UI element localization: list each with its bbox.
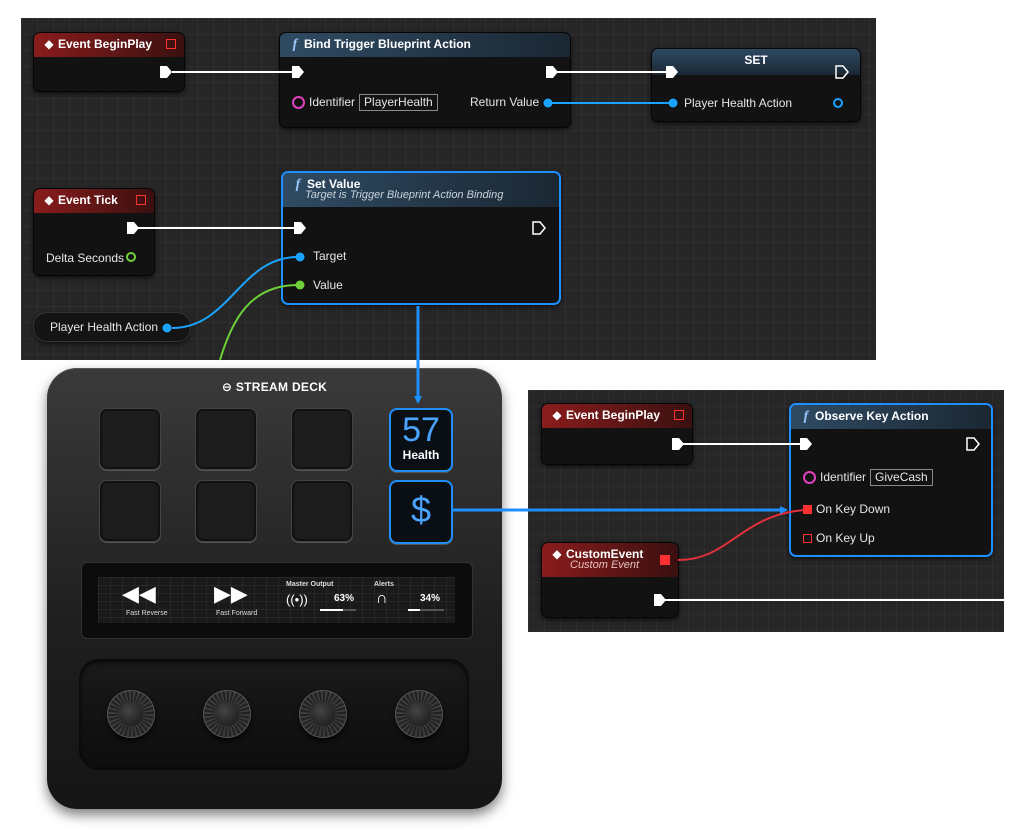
- delegate-pin-icon[interactable]: [136, 195, 146, 205]
- health-value: 57: [402, 411, 440, 449]
- broadcast-icon: ((•)): [286, 592, 308, 607]
- function-icon: f: [803, 409, 809, 424]
- node-header: f Bind Trigger Blueprint Action: [280, 33, 570, 57]
- node-title: Event BeginPlay: [566, 408, 661, 422]
- node-title: Event BeginPlay: [58, 37, 153, 51]
- logo-icon: ⊖: [221, 380, 236, 394]
- event-icon: ◆: [44, 37, 54, 51]
- node-header: SET: [652, 49, 860, 75]
- bind-trigger-node[interactable]: f Bind Trigger Blueprint Action Identifie…: [279, 32, 571, 128]
- delegate-pin-icon[interactable]: [166, 39, 176, 49]
- alerts-percent: 34%: [420, 593, 441, 604]
- player-health-action-variable[interactable]: Player Health Action: [33, 312, 191, 342]
- node-title: Observe Key Action: [815, 409, 929, 423]
- player-health-action-pin-label: Player Health Action: [684, 96, 793, 110]
- identifier-pin[interactable]: Identifier GiveCash: [803, 469, 933, 486]
- event-beginplay-node[interactable]: ◆ Event BeginPlay: [33, 32, 185, 92]
- headphones-icon: ∩: [376, 590, 388, 607]
- alerts-label: Alerts: [374, 581, 394, 588]
- fast-forward-label: Fast Forward: [216, 610, 258, 617]
- identifier-input[interactable]: PlayerHealth: [359, 94, 438, 111]
- node-header: f Set Value Target is Trigger Blueprint A…: [283, 173, 559, 207]
- fast-reverse-label: Fast Reverse: [126, 610, 168, 617]
- observe-key-node[interactable]: f Observe Key Action Identifier GiveCash O…: [789, 403, 993, 557]
- name-pin-icon: [803, 471, 816, 485]
- touch-strip-display: ◀◀ Fast Reverse ▶▶ Fast Forward Master O…: [98, 577, 455, 623]
- dial-4[interactable]: [395, 690, 443, 738]
- custom-event-node[interactable]: ◆ CustomEvent Custom Event: [541, 542, 679, 618]
- node-subtitle: Custom Event: [570, 559, 640, 571]
- deck-key-5[interactable]: [99, 480, 161, 542]
- delegate-pin-icon[interactable]: [674, 410, 684, 420]
- target-pin-label: Target: [313, 249, 347, 263]
- deck-key-2[interactable]: [195, 408, 257, 470]
- deck-key-1[interactable]: [99, 408, 161, 470]
- dial-1[interactable]: [107, 690, 155, 738]
- node-header: ◆ Event BeginPlay: [542, 404, 692, 428]
- delegate-pin-icon[interactable]: [660, 555, 670, 565]
- event-icon: ◆: [44, 193, 54, 207]
- identifier-pin[interactable]: Identifier PlayerHealth: [292, 94, 438, 111]
- blueprint-graph-right[interactable]: ◆ Event BeginPlay f Observe Key Action Ide…: [528, 390, 1004, 632]
- node-header: ◆ Event Tick: [34, 189, 154, 213]
- health-key[interactable]: 57 Health: [389, 408, 453, 472]
- node-title: Bind Trigger Blueprint Action: [304, 37, 471, 51]
- event-beginplay-node[interactable]: ◆ Event BeginPlay: [541, 403, 693, 465]
- node-subtitle: Target is Trigger Blueprint Action Bindi…: [305, 189, 504, 201]
- event-icon: ◆: [552, 547, 562, 561]
- cash-key[interactable]: $: [389, 480, 453, 544]
- master-output-percent: 63%: [334, 593, 355, 604]
- stream-deck-device: ⊖ STREAM DECK 57 Health $ ◀◀ Fast Revers…: [47, 368, 502, 809]
- delegate-filled-icon: [803, 505, 812, 515]
- set-node[interactable]: SET Player Health Action: [651, 48, 861, 122]
- on-key-down-pin[interactable]: On Key Down: [803, 502, 890, 516]
- node-header: ◆ CustomEvent Custom Event: [542, 543, 678, 577]
- stream-deck-logo: ⊖ STREAM DECK: [221, 380, 328, 394]
- on-key-up-pin[interactable]: On Key Up: [803, 531, 875, 545]
- set-value-node[interactable]: f Set Value Target is Trigger Blueprint A…: [281, 171, 561, 305]
- master-output-bar: [320, 609, 356, 611]
- dial-2[interactable]: [203, 690, 251, 738]
- delta-seconds-label: Delta Seconds: [46, 251, 125, 265]
- deck-key-3[interactable]: [291, 408, 353, 470]
- return-value-label: Return Value: [470, 95, 540, 109]
- master-output-fill: [320, 609, 343, 611]
- deck-key-7[interactable]: [291, 480, 353, 542]
- health-label: Health: [402, 448, 440, 462]
- dial-3[interactable]: [299, 690, 347, 738]
- alerts-fill: [408, 609, 421, 611]
- touch-strip[interactable]: ◀◀ Fast Reverse ▶▶ Fast Forward Master O…: [81, 562, 473, 639]
- event-icon: ◆: [552, 408, 562, 422]
- identifier-input[interactable]: GiveCash: [870, 469, 933, 486]
- fast-forward-icon[interactable]: ▶▶: [214, 583, 248, 605]
- node-title: SET: [744, 53, 768, 67]
- node-title: Event Tick: [58, 193, 118, 207]
- dial-tray: [79, 659, 469, 770]
- fast-reverse-icon[interactable]: ◀◀: [122, 583, 156, 605]
- master-output-label: Master Output: [286, 581, 334, 588]
- function-icon: f: [292, 37, 298, 52]
- function-icon: f: [295, 177, 301, 192]
- value-pin-label: Value: [313, 278, 343, 292]
- alerts-bar: [408, 609, 444, 611]
- blueprint-graph-top[interactable]: ◆ Event BeginPlay f Bind Trigger Blueprint…: [21, 18, 876, 360]
- deck-key-6[interactable]: [195, 480, 257, 542]
- variable-label: Player Health Action: [50, 320, 159, 334]
- name-pin-icon: [292, 96, 305, 110]
- dollar-icon: $: [410, 489, 432, 530]
- node-header: ◆ Event BeginPlay: [34, 33, 184, 57]
- delegate-empty-icon: [803, 534, 812, 544]
- event-tick-node[interactable]: ◆ Event Tick Delta Seconds: [33, 188, 155, 276]
- node-header: f Observe Key Action: [791, 405, 991, 429]
